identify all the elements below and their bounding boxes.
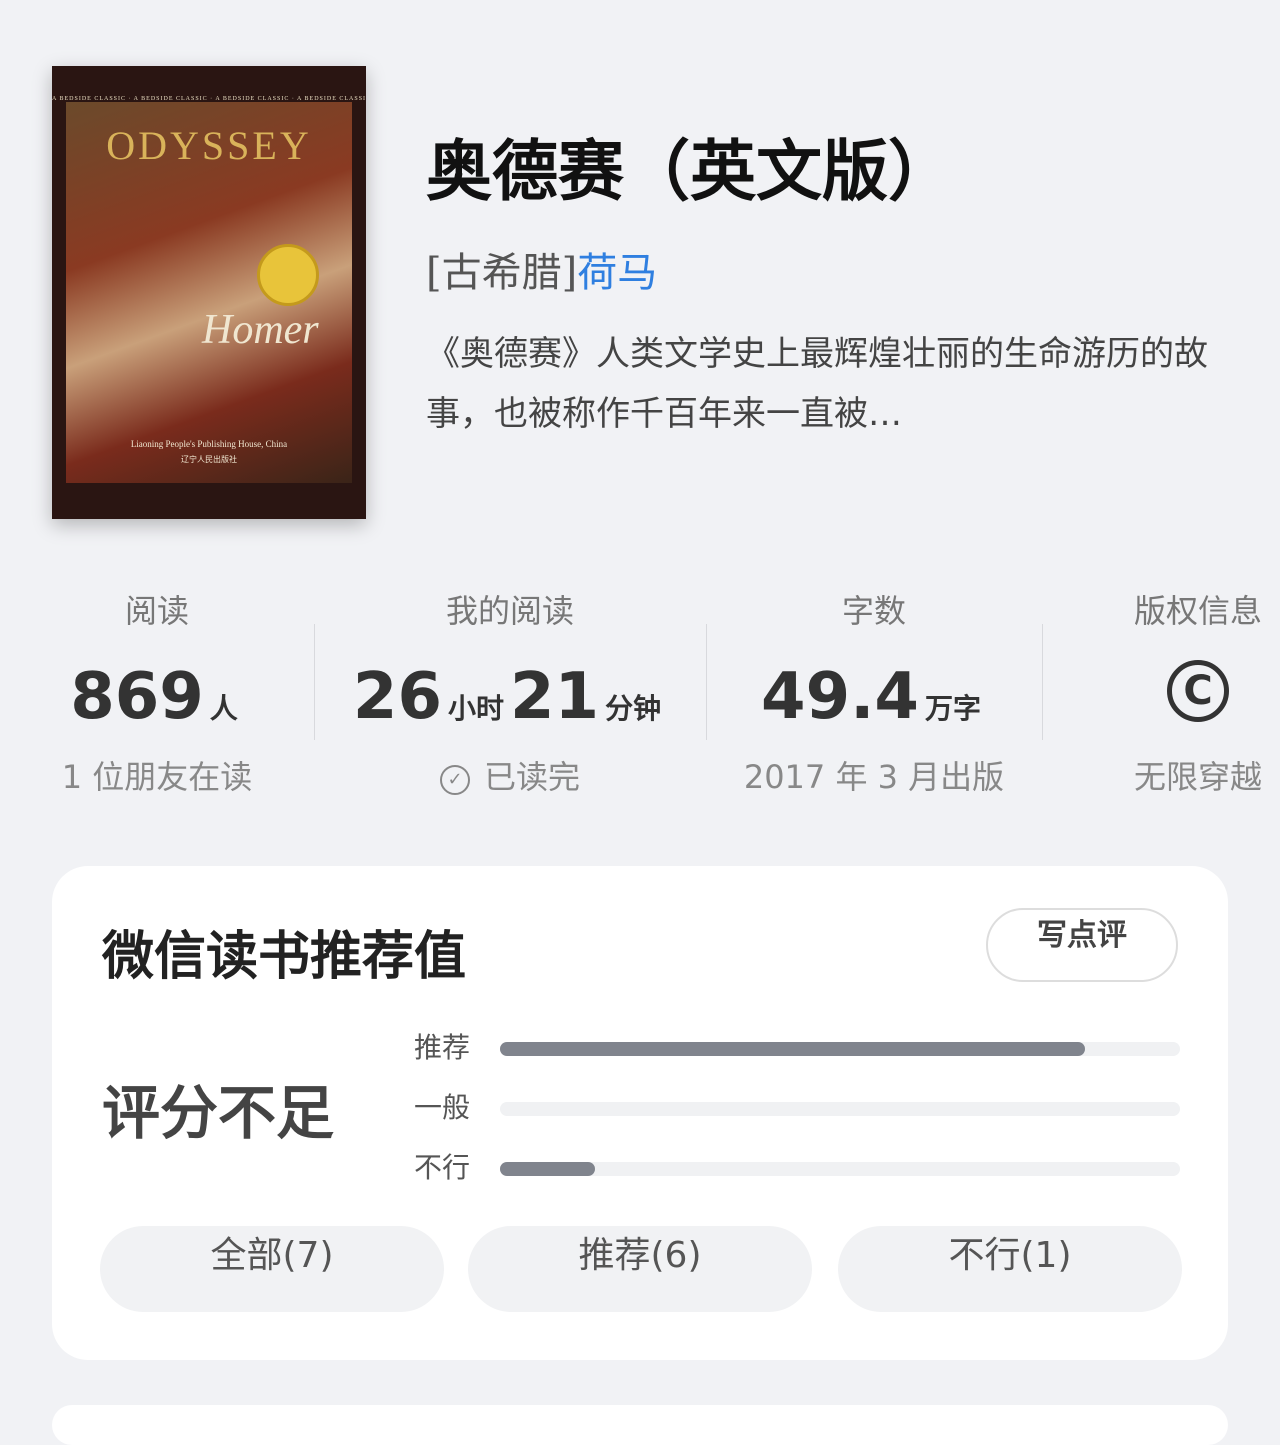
book-description[interactable]: 《奥德赛》人类文学史上最辉煌壮丽的生命游历的故事，也被称作千百年来一直被…: [426, 324, 1246, 444]
check-circle-icon: ✓: [439, 765, 470, 795]
author-prefix: [古希腊]: [426, 250, 578, 296]
write-review-button[interactable]: 写点评: [986, 908, 1178, 982]
stats-row: 阅读 869 人 1 位朋友在读 我的阅读 26 小时21 分钟 ✓ 已读完 字数 49…: [0, 588, 1280, 798]
hours-unit: 小时: [447, 692, 504, 725]
divider: [1042, 624, 1043, 740]
cover-author: Homer: [202, 307, 319, 353]
stat-word-count-label: 字数: [841, 592, 906, 630]
publish-date: 2017 年 3 月出版: [743, 758, 1005, 796]
reading-minutes: 21: [510, 660, 600, 734]
book-cover[interactable]: A BEDSIDE CLASSIC · A BEDSIDE CLASSIC · …: [52, 66, 366, 519]
rating-bar-average: 一般: [414, 1088, 1184, 1128]
book-title: 奥德赛（英文版）: [426, 132, 954, 210]
stat-my-reading-label: 我的阅读: [445, 592, 574, 630]
cover-title: ODYSSEY: [106, 123, 312, 168]
filter-all-button[interactable]: 全部(7): [100, 1226, 444, 1312]
friends-reading: 1 位朋友在读: [61, 758, 253, 796]
finished-status: ✓ 已读完: [314, 752, 706, 798]
bar-label: 推荐: [414, 1031, 471, 1064]
reading-hours: 26: [352, 660, 442, 734]
stat-word-count[interactable]: 字数 49.4 万字 2017 年 3 月出版: [706, 588, 1042, 798]
author-line: [古希腊]荷马: [426, 240, 657, 298]
rating-score: 评分不足: [102, 1079, 335, 1147]
rating-bar-bad: 不行: [414, 1148, 1184, 1188]
rating-card: 微信读书推荐值 写点评 评分不足 推荐 一般 不行 全部(7) 推荐(6) 不行…: [52, 866, 1228, 1360]
bar-label: 不行: [414, 1151, 471, 1184]
rating-title: 微信读书推荐值: [102, 927, 467, 987]
word-count-number: 49.4: [761, 660, 919, 734]
stat-word-count-value: 49.4 万字: [706, 660, 1042, 734]
bar-track: [500, 1102, 1180, 1116]
stat-copyright[interactable]: 版权信息 C 无限穿越: [1100, 588, 1280, 798]
readers-unit: 人: [209, 692, 238, 725]
bar-fill: [500, 1042, 1085, 1056]
copyright-icon: C: [1167, 660, 1229, 722]
stat-copyright-value: C: [1100, 660, 1280, 734]
bar-label: 一般: [414, 1091, 471, 1124]
bar-track: [500, 1162, 1180, 1176]
author-link[interactable]: 荷马: [577, 250, 657, 296]
stat-readers[interactable]: 阅读 869 人 1 位朋友在读: [0, 588, 314, 798]
minutes-unit: 分钟: [605, 692, 662, 725]
stat-copyright-label: 版权信息: [1133, 592, 1262, 630]
finished-label: 已读完: [483, 758, 580, 796]
stat-readers-label: 阅读: [124, 592, 189, 630]
filter-bad-button[interactable]: 不行(1): [838, 1226, 1182, 1312]
bar-track: [500, 1042, 1180, 1056]
bar-fill: [500, 1162, 596, 1176]
next-card: [52, 1405, 1228, 1445]
copyright-holder: 无限穿越: [1133, 758, 1262, 796]
stat-readers-value: 869 人: [0, 660, 314, 734]
word-count-unit: 万字: [924, 692, 981, 725]
filter-recommend-button[interactable]: 推荐(6): [468, 1226, 812, 1312]
cover-publisher: Liaoning People's Publishing House, Chin…: [130, 439, 288, 449]
rating-bar-recommend: 推荐: [414, 1028, 1184, 1068]
stat-my-reading-value: 26 小时21 分钟: [314, 660, 706, 734]
cover-publisher-cn: 辽宁人民出版社: [181, 455, 237, 464]
readers-count: 869: [70, 660, 204, 734]
cover-strip-text: A BEDSIDE CLASSIC · A BEDSIDE CLASSIC · …: [52, 96, 366, 102]
cover-seal-icon: [257, 244, 319, 306]
stat-my-reading[interactable]: 我的阅读 26 小时21 分钟 ✓ 已读完: [314, 588, 706, 798]
